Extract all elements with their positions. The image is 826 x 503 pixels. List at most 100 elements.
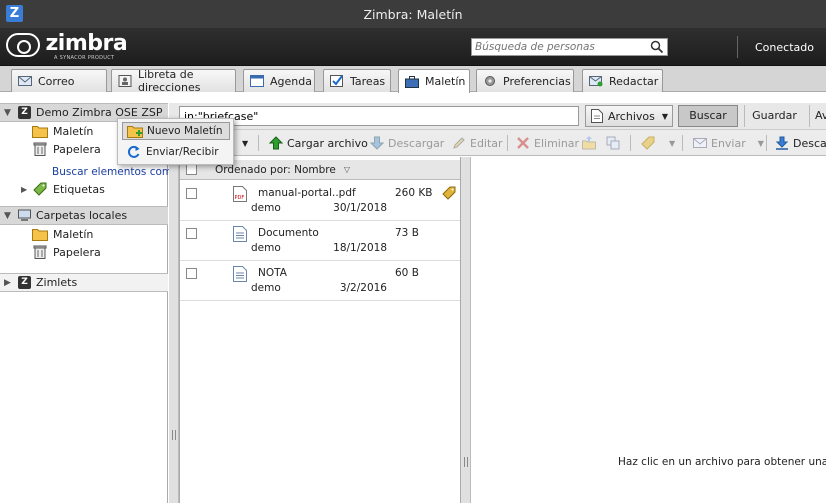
search-button[interactable]: Buscar bbox=[678, 105, 738, 127]
row-checkbox[interactable] bbox=[186, 228, 197, 239]
download-zip-label: Descar bbox=[793, 136, 826, 150]
people-search-box bbox=[471, 38, 668, 56]
file-name: manual-portal..pdf bbox=[258, 187, 356, 199]
expand-arrow-icon[interactable]: ▼ bbox=[4, 211, 14, 221]
gear-icon bbox=[485, 76, 495, 86]
tags-node[interactable]: ▶ Etiquetas bbox=[0, 180, 168, 198]
search-bar: Archivos ▼ Buscar Guardar Av bbox=[169, 103, 826, 130]
send-label: Enviar bbox=[711, 136, 746, 150]
search-scope-label: Archivos bbox=[608, 109, 655, 123]
list-preview-splitter[interactable] bbox=[461, 157, 471, 503]
save-search-button[interactable]: Guardar bbox=[744, 105, 804, 127]
splitter-grip-icon[interactable] bbox=[172, 430, 176, 440]
edit-label: Editar bbox=[470, 136, 503, 150]
search-icon[interactable] bbox=[650, 40, 664, 54]
file-row[interactable]: PDF manual-portal..pdf demo 30/1/2018 26… bbox=[180, 181, 460, 221]
tab-agenda[interactable]: Agenda bbox=[243, 69, 315, 92]
tag-button[interactable]: ▼ bbox=[641, 134, 675, 152]
tab-label: Tareas bbox=[350, 74, 386, 88]
tab-preferencias[interactable]: Preferencias bbox=[476, 69, 574, 92]
pencil-icon bbox=[453, 137, 465, 149]
expand-arrow-icon[interactable]: ▶ bbox=[21, 185, 32, 194]
delete-x-icon bbox=[517, 137, 529, 149]
toolbar-separator bbox=[258, 135, 259, 151]
expand-arrow-icon[interactable]: ▶ bbox=[4, 278, 14, 288]
expand-arrow-icon[interactable]: ▼ bbox=[4, 108, 14, 118]
select-all-checkbox[interactable] bbox=[186, 164, 197, 175]
toolbar-separator bbox=[507, 135, 508, 151]
upload-file-button[interactable]: Cargar archivo bbox=[269, 134, 368, 152]
edit-button[interactable]: Editar bbox=[452, 134, 503, 152]
menu-item-send-receive[interactable]: Enviar/Recibir bbox=[122, 143, 230, 161]
preview-pane: Haz clic en un archivo para obtener una … bbox=[471, 157, 826, 503]
tab-redactar[interactable]: Redactar bbox=[582, 69, 663, 92]
tag-icon[interactable] bbox=[442, 186, 456, 200]
file-date: 30/1/2018 bbox=[333, 202, 387, 214]
send-button[interactable]: Enviar ▼ bbox=[693, 134, 764, 152]
tab-libreta-de-direcciones[interactable]: Libreta de direcciones bbox=[111, 68, 236, 94]
file-row[interactable]: Documento demo 18/1/2018 73 B bbox=[180, 221, 460, 261]
people-search-input[interactable] bbox=[475, 40, 645, 54]
local-folders-header[interactable]: ▼ Carpetas locales bbox=[0, 206, 168, 225]
chevron-down-icon: ▼ bbox=[242, 138, 249, 148]
new-folder-icon bbox=[127, 126, 143, 138]
header-separator bbox=[737, 36, 738, 58]
chevron-down-icon: ▼ bbox=[757, 138, 764, 148]
new-menu-dropdown[interactable]: ▼ bbox=[242, 134, 248, 152]
file-row[interactable]: NOTA demo 3/2/2016 60 B bbox=[180, 261, 460, 301]
window-title: Zimbra: Maletín bbox=[363, 7, 463, 22]
tags-label: Etiquetas bbox=[53, 182, 105, 196]
zimlets-header[interactable]: ▶ Z Zimlets bbox=[0, 273, 168, 292]
file-list-pane: Ordenado por: Nombre ▽ PDF manual-portal… bbox=[179, 157, 461, 503]
local-folder-papelera[interactable]: Papelera bbox=[0, 243, 168, 261]
app-header: zimbra A SYNACOR PRODUCT Conectado bbox=[0, 28, 826, 66]
file-name: NOTA bbox=[258, 267, 287, 279]
tab-label: Libreta de direcciones bbox=[138, 68, 201, 94]
refresh-icon bbox=[127, 145, 140, 158]
download-zip-button[interactable]: Descar bbox=[775, 134, 826, 152]
file-date: 3/2/2016 bbox=[339, 282, 387, 294]
menu-item-label: Enviar/Recibir bbox=[146, 146, 219, 158]
toolbar-separator bbox=[630, 135, 631, 151]
zimbra-logo[interactable]: zimbra A SYNACOR PRODUCT bbox=[6, 33, 128, 61]
folder-icon bbox=[32, 229, 48, 241]
local-folders-label: Carpetas locales bbox=[36, 209, 128, 222]
download-button[interactable]: Descargar bbox=[370, 134, 444, 152]
splitter-grip-icon[interactable] bbox=[464, 457, 468, 467]
window-titlebar: Z Zimbra: Maletín bbox=[0, 0, 826, 28]
copy-icon bbox=[606, 136, 620, 150]
local-folder-maletin[interactable]: Maletín bbox=[0, 225, 168, 243]
upload-arrow-icon bbox=[269, 136, 283, 150]
move-button[interactable] bbox=[582, 134, 600, 152]
row-checkbox[interactable] bbox=[186, 268, 197, 279]
tab-label: Correo bbox=[38, 74, 75, 88]
search-scope-dropdown[interactable]: Archivos ▼ bbox=[585, 105, 673, 127]
trash-icon bbox=[33, 245, 47, 259]
copy-button[interactable] bbox=[606, 134, 624, 152]
tasks-icon bbox=[330, 75, 343, 87]
delete-button[interactable]: Eliminar bbox=[516, 134, 579, 152]
file-name: Documento bbox=[258, 227, 319, 239]
file-size: 260 KB bbox=[395, 187, 433, 199]
left-pane-splitter[interactable] bbox=[169, 157, 179, 503]
row-checkbox[interactable] bbox=[186, 188, 197, 199]
sort-triangle-icon[interactable]: ▽ bbox=[344, 165, 350, 174]
upload-label: Cargar archivo bbox=[287, 136, 368, 150]
tab-tareas[interactable]: Tareas bbox=[323, 69, 391, 92]
advanced-search-button[interactable]: Av bbox=[809, 105, 826, 127]
tab-maletin[interactable]: Maletín bbox=[398, 69, 470, 93]
delete-label: Eliminar bbox=[534, 136, 580, 150]
calendar-icon bbox=[250, 75, 264, 87]
chevron-down-icon: ▼ bbox=[661, 111, 668, 121]
folder-label: Papelera bbox=[53, 142, 101, 156]
tag-icon bbox=[33, 182, 47, 196]
tab-correo[interactable]: Correo bbox=[11, 69, 107, 92]
file-size: 73 B bbox=[395, 227, 419, 239]
toolbar-separator bbox=[682, 135, 683, 151]
zimbra-account-icon: Z bbox=[18, 106, 31, 119]
user-status-menu[interactable]: Conectado bbox=[755, 41, 814, 54]
search-query-input[interactable] bbox=[179, 106, 579, 126]
menu-item-new-briefcase[interactable]: Nuevo Maletín bbox=[122, 122, 230, 140]
tag-icon bbox=[641, 136, 655, 150]
search-shared-items-link[interactable]: Buscar elementos comp bbox=[52, 166, 179, 178]
